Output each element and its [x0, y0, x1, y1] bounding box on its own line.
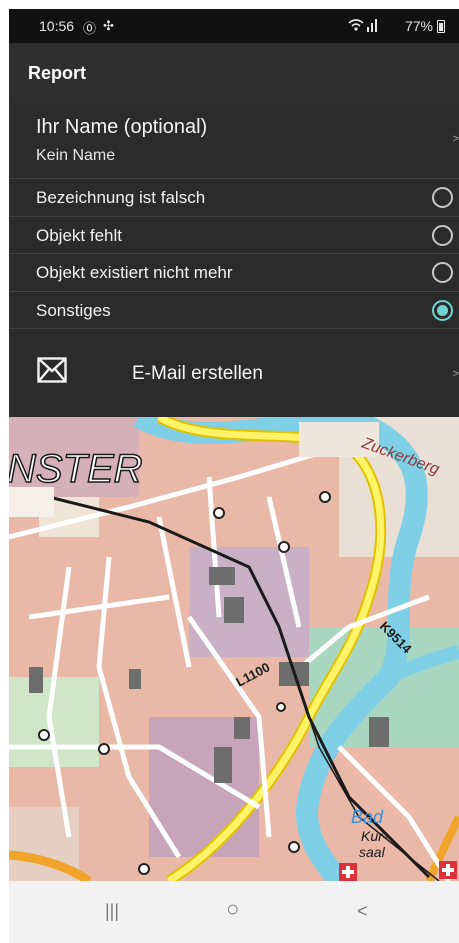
- notification-badge-icon: ⓪: [83, 21, 97, 36]
- report-option-row[interactable]: Bezeichnung ist falsch: [9, 179, 459, 217]
- status-bar: 10:56 ⓪ ✣ 77%: [9, 9, 459, 43]
- envelope-icon: [37, 357, 67, 383]
- status-time: 10:56: [39, 18, 75, 34]
- wifi-icon: [348, 19, 377, 32]
- system-nav-bar: ||| ○ <: [9, 881, 459, 943]
- topographic-map: NSTER Zuckerberg L1100 K9514 Bad Kur- sa…: [9, 417, 459, 881]
- map-label: Kur-: [361, 828, 388, 844]
- report-option-label: Objekt existiert nicht mehr: [36, 263, 233, 282]
- create-email-label: E-Mail erstellen: [132, 363, 263, 384]
- page-title: Report: [28, 63, 86, 83]
- chevron-right-icon: >: [452, 133, 459, 145]
- report-form: Ihr Name (optional) Kein Name > Bezeichn…: [9, 103, 459, 417]
- report-option-row[interactable]: Objekt fehlt: [9, 217, 459, 254]
- map-label: saal: [359, 844, 386, 860]
- map-view[interactable]: NSTER Zuckerberg L1100 K9514 Bad Kur- sa…: [9, 417, 459, 881]
- map-label: NSTER: [9, 447, 143, 491]
- chevron-right-icon: >: [452, 368, 459, 380]
- app-screen: 10:56 ⓪ ✣ 77% Report Ihr Name (optional)…: [9, 9, 459, 943]
- create-email-button[interactable]: E-Mail erstellen >: [9, 329, 459, 417]
- report-option-row[interactable]: Sonstiges: [9, 292, 459, 329]
- radio-button[interactable]: [432, 224, 453, 246]
- report-option-label: Sonstiges: [36, 300, 111, 320]
- radio-button-selected[interactable]: [432, 299, 453, 321]
- report-option-row[interactable]: Objekt existiert nicht mehr: [9, 254, 459, 292]
- name-field-value: Kein Name: [36, 147, 116, 164]
- name-field-row[interactable]: Ihr Name (optional) Kein Name >: [9, 103, 459, 179]
- battery-icon: [437, 20, 445, 33]
- battery-percent: 77%: [404, 18, 433, 34]
- back-button[interactable]: <: [357, 901, 368, 922]
- map-label: Bad: [351, 807, 384, 827]
- fan-icon: ✣: [103, 18, 114, 33]
- name-field-label: Ihr Name (optional): [36, 116, 208, 138]
- home-button[interactable]: ○: [226, 896, 239, 922]
- radio-button[interactable]: [432, 262, 453, 283]
- report-option-label: Objekt fehlt: [36, 225, 122, 245]
- radio-button[interactable]: [432, 187, 453, 208]
- report-option-label: Bezeichnung ist falsch: [36, 188, 206, 207]
- app-bar: Report: [9, 43, 459, 103]
- recent-apps-button[interactable]: |||: [105, 901, 119, 922]
